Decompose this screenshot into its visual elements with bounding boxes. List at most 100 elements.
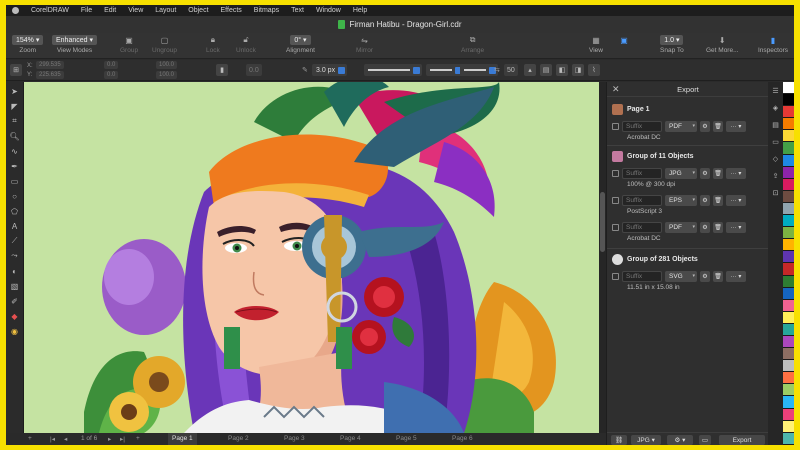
row-checkbox[interactable] [612, 169, 619, 177]
miter-stepper[interactable]: ▴ [524, 64, 536, 76]
add-page-icon[interactable]: + [28, 435, 32, 442]
layers-icon[interactable]: ◈ [771, 103, 780, 112]
delete-icon[interactable]: 🗑︎ [713, 167, 723, 179]
ungroup-button[interactable]: ▢ Ungroup [152, 35, 177, 55]
tags-icon[interactable]: ◇ [771, 154, 780, 163]
interactive-fill-tool-icon[interactable]: ◆ [10, 311, 20, 321]
alignment-dropdown[interactable]: 0° ▾ [290, 35, 311, 45]
comments-icon[interactable]: ▭ [771, 137, 780, 146]
more-options-button[interactable]: ··· ▾ [726, 194, 746, 206]
pick-tool-icon[interactable]: ➤ [10, 86, 20, 96]
suffix-input[interactable]: Suffix [622, 167, 662, 179]
palette-swatch[interactable] [783, 384, 794, 397]
settings-gear-icon[interactable]: ⚙ [700, 221, 710, 233]
crop-tool-icon[interactable]: ⌗ [10, 116, 20, 126]
palette-swatch[interactable] [783, 166, 794, 179]
arrange-buttons[interactable]: ⧉ Arrange [461, 35, 484, 54]
vertical-scrollbar[interactable] [599, 82, 606, 433]
mirror-buttons[interactable]: ⇋ Mirror [356, 35, 373, 55]
zoom-dropdown[interactable]: 154% ▾ [12, 35, 44, 45]
palette-swatch[interactable] [783, 154, 794, 167]
eyedropper-tool-icon[interactable]: ✐ [10, 296, 20, 306]
row-checkbox[interactable] [612, 196, 619, 204]
palette-swatch[interactable] [783, 432, 794, 445]
transparency-tool-icon[interactable]: ▧ [10, 281, 20, 291]
delete-icon[interactable]: 🗑︎ [713, 120, 723, 132]
palette-swatch[interactable] [783, 239, 794, 252]
group-button[interactable]: ▣ Group [120, 35, 138, 55]
palette-swatch[interactable] [783, 82, 794, 95]
menu-layout[interactable]: Layout [155, 7, 176, 14]
scale-width-field[interactable]: 100.0 [156, 61, 178, 69]
link-icon[interactable]: ⛓ [611, 435, 627, 445]
palette-swatch[interactable] [783, 372, 794, 385]
ellipse-tool-icon[interactable]: ○ [10, 191, 20, 201]
page-tab-4[interactable]: Page 4 [336, 433, 365, 445]
format-dropdown[interactable]: SVG ▾ [665, 270, 697, 282]
first-page-icon[interactable]: |◂ [50, 435, 55, 443]
apple-icon[interactable] [12, 7, 19, 14]
delete-icon[interactable]: 🗑︎ [713, 194, 723, 206]
scale-height-field[interactable]: 100.0 [156, 71, 178, 79]
suffix-input[interactable]: Suffix [622, 194, 662, 206]
zoom-tool-icon[interactable]: 🔍︎ [9, 131, 19, 141]
palette-swatch[interactable] [783, 287, 794, 300]
suffix-input[interactable]: Suffix [622, 270, 662, 282]
lock-button[interactable]: 🔒︎ Lock [206, 35, 220, 54]
unlock-button[interactable]: 🔓︎ Unlock [236, 35, 256, 54]
get-more-button[interactable]: ⬇ Get More... [706, 35, 739, 55]
format-dropdown[interactable]: EPS ▾ [665, 194, 697, 206]
palette-swatch[interactable] [783, 420, 794, 433]
page-tab-6[interactable]: Page 6 [448, 433, 477, 445]
more-options-button[interactable]: ··· ▾ [726, 221, 746, 233]
palette-swatch[interactable] [783, 202, 794, 216]
smart-fill-tool-icon[interactable]: ◉ [10, 326, 20, 336]
objects-icon[interactable]: ▤ [771, 120, 780, 129]
palette-swatch[interactable] [783, 348, 794, 361]
delete-icon[interactable]: 🗑︎ [713, 270, 723, 282]
footer-settings-button[interactable]: ⚙ ▾ [667, 435, 693, 445]
to-front-button[interactable]: ◧ [556, 64, 568, 76]
start-arrow-dropdown[interactable] [426, 64, 464, 76]
export-button[interactable]: Export [719, 435, 765, 445]
transform-icon[interactable]: ⊡ [771, 188, 780, 197]
outline-width-dropdown[interactable]: 3.0 px [312, 64, 348, 76]
page-tab-1[interactable]: Page 1 [168, 433, 197, 445]
miter-field[interactable]: 50 [504, 64, 518, 76]
wrap-text-button[interactable]: ▤ [540, 64, 552, 76]
rectangle-tool-icon[interactable]: ▭ [10, 176, 20, 186]
palette-swatch[interactable] [783, 215, 794, 228]
page-tab-2[interactable]: Page 2 [224, 433, 253, 445]
more-options-button[interactable]: ··· ▾ [726, 120, 746, 132]
pen-tool-icon[interactable]: ✒︎ [10, 161, 20, 171]
palette-swatch[interactable] [783, 118, 794, 131]
more-options-button[interactable]: ··· ▾ [726, 270, 746, 282]
to-back-button[interactable]: ◨ [572, 64, 584, 76]
page-view-button[interactable]: ▣ [618, 35, 630, 45]
drawing-canvas[interactable] [24, 82, 599, 433]
menu-app[interactable]: CorelDRAW [31, 7, 69, 14]
palette-swatch[interactable] [783, 227, 794, 240]
palette-swatch[interactable] [783, 323, 794, 336]
page-tab-3[interactable]: Page 3 [280, 433, 309, 445]
convert-to-curves-button[interactable]: ⌇ [588, 64, 600, 76]
format-dropdown[interactable]: PDF ▾ [665, 120, 697, 132]
folder-icon[interactable]: ▭ [699, 435, 711, 445]
palette-swatch[interactable] [783, 190, 794, 203]
palette-swatch[interactable] [783, 360, 794, 373]
menu-help[interactable]: Help [353, 7, 367, 14]
row-checkbox[interactable] [612, 223, 619, 231]
settings-gear-icon[interactable]: ⚙ [700, 167, 710, 179]
width-field[interactable]: 0.0 [104, 61, 119, 69]
palette-swatch[interactable] [783, 311, 794, 324]
palette-swatch[interactable] [783, 178, 794, 191]
close-icon[interactable]: ✕ [612, 84, 620, 95]
delete-icon[interactable]: 🗑︎ [713, 221, 723, 233]
menu-view[interactable]: View [128, 7, 143, 14]
connector-tool-icon[interactable]: ⤳ [10, 251, 20, 261]
lock-ratio-icon[interactable]: ▮ [216, 64, 228, 76]
more-options-button[interactable]: ··· ▾ [726, 167, 746, 179]
menu-object[interactable]: Object [188, 7, 208, 14]
y-position-field[interactable]: 225.635 [36, 71, 64, 79]
palette-swatch[interactable] [783, 299, 794, 312]
